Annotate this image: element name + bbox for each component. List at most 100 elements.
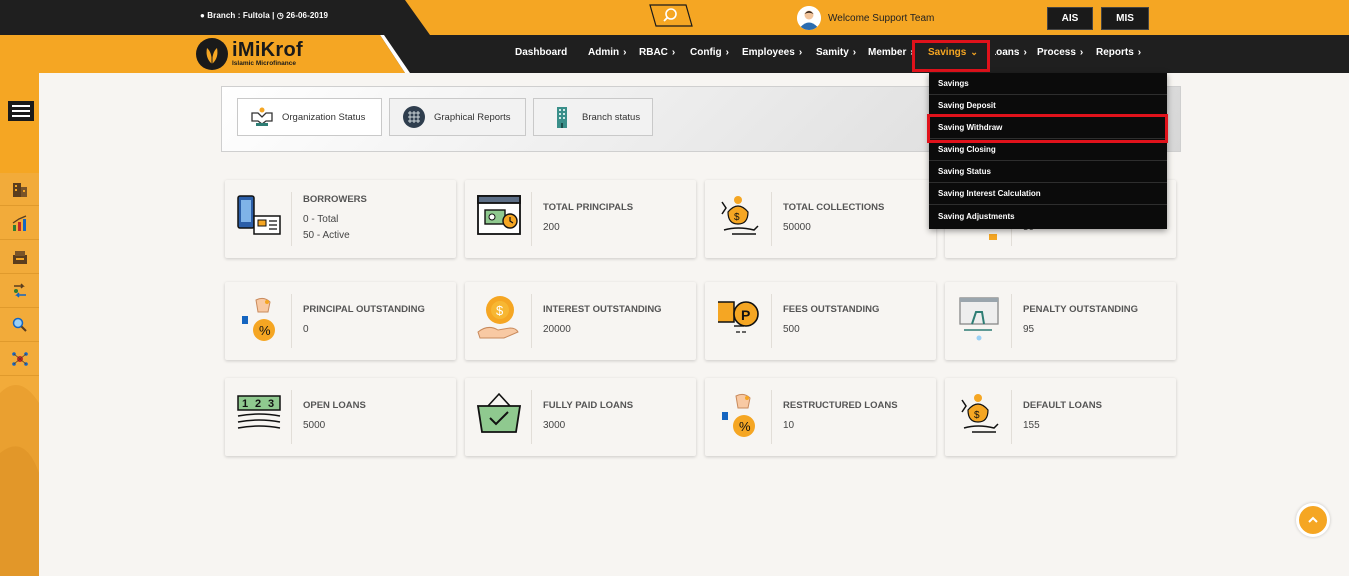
building-icon [550, 105, 574, 129]
card-title: INTEREST OUTSTANDING [543, 304, 662, 315]
card-title: PRINCIPAL OUTSTANDING [303, 304, 425, 315]
tab-label: Graphical Reports [434, 111, 511, 123]
collections-icon: $ [951, 386, 1007, 442]
card-principal-outstanding[interactable]: % PRINCIPAL OUTSTANDING 0 [225, 282, 456, 360]
sidebar-exchange-icon[interactable] [0, 275, 39, 308]
nav-member[interactable]: Member › [868, 47, 914, 58]
nav-samity[interactable]: Samity › [816, 47, 856, 58]
card-title: TOTAL PRINCIPALS [543, 202, 634, 213]
card-total-collections[interactable]: $ TOTAL COLLECTIONS 50000 [705, 180, 936, 258]
nav-dashboard[interactable]: Dashboard [515, 47, 567, 58]
chevron-right-icon: › [671, 47, 676, 58]
search-icon [649, 4, 693, 27]
user-welcome[interactable]: Welcome Support Team [797, 6, 934, 30]
brand-subtitle: Islamic Microfinance [232, 60, 296, 67]
nav-label: Dashboard [515, 47, 568, 58]
user-avatar-icon [797, 6, 821, 30]
collections-icon: $ [711, 188, 767, 244]
hamburger-bar [12, 110, 30, 112]
sidebar-cash-register-icon[interactable] [0, 241, 39, 274]
nav-label: RBAC [639, 47, 668, 58]
card-value: 155 [1023, 420, 1040, 431]
scroll-to-top-button[interactable] [1296, 503, 1330, 537]
card-divider [771, 294, 772, 348]
card-value: 50000 [783, 222, 811, 233]
card-restructured-loans[interactable]: % RESTRUCTURED LOANS 10 [705, 378, 936, 456]
nav-rbac[interactable]: RBAC › [639, 47, 675, 58]
nav-label: Config [690, 47, 722, 58]
card-divider [531, 390, 532, 444]
card-fully-paid-loans[interactable]: FULLY PAID LOANS 3000 [465, 378, 696, 456]
tab-label: Organization Status [282, 111, 366, 123]
card-open-loans[interactable]: 123 OPEN LOANS 5000 [225, 378, 456, 456]
card-value: 0 - Total [303, 214, 339, 225]
tab-branch-status[interactable]: Branch status [533, 98, 653, 136]
leaf-logo-icon [196, 38, 228, 70]
nav-label: Reports [1096, 47, 1134, 58]
svg-text:$: $ [734, 212, 740, 223]
card-default-loans[interactable]: $ DEFAULT LOANS 155 [945, 378, 1176, 456]
percent-bag-icon: % [231, 290, 287, 346]
brand-logo[interactable]: iMiKrof Islamic Microfinance [196, 38, 303, 70]
savings-highlight-box [912, 40, 990, 72]
nav-label: Admin [588, 47, 620, 58]
nav-label: Member [868, 47, 907, 58]
card-borrowers[interactable]: BORROWERS 0 - Total 50 - Active [225, 180, 456, 258]
open-book-icon: 123 [231, 386, 287, 442]
card-divider [1011, 294, 1012, 348]
search-button[interactable] [648, 4, 693, 27]
card-divider [1011, 390, 1012, 444]
card-divider [291, 192, 292, 246]
card-title: RESTRUCTURED LOANS [783, 400, 898, 411]
svg-text:P: P [741, 307, 750, 323]
card-value: 50 - Active [303, 230, 350, 241]
svg-text:3: 3 [268, 398, 274, 410]
card-title: PENALTY OUTSTANDING [1023, 304, 1139, 315]
nav-admin[interactable]: Admin › [588, 47, 626, 58]
card-interest-outstanding[interactable]: $ INTEREST OUTSTANDING 20000 [465, 282, 696, 360]
card-value: 200 [543, 222, 560, 233]
card-penalty-outstanding[interactable]: PENALTY OUTSTANDING 95 [945, 282, 1176, 360]
svg-text:1: 1 [242, 398, 248, 410]
tab-organization-status[interactable]: Organization Status [237, 98, 382, 136]
menu-item-savings[interactable]: Savings [929, 73, 1167, 95]
chevron-right-icon: › [798, 47, 803, 58]
nav-label: Process [1037, 47, 1076, 58]
sidebar-search-icon[interactable] [0, 309, 39, 342]
chevron-up-icon [1308, 516, 1318, 523]
mis-button[interactable]: MIS [1101, 7, 1149, 30]
svg-text:$: $ [496, 303, 504, 318]
nav-config[interactable]: Config › [690, 47, 729, 58]
menu-item-saving-adjustments[interactable]: Saving Adjustments [929, 205, 1167, 227]
sidebar-building-icon[interactable] [0, 173, 39, 206]
menu-item-saving-status[interactable]: Saving Status [929, 161, 1167, 183]
nav-employees[interactable]: Employees › [742, 47, 802, 58]
sidebar-chart-icon[interactable] [0, 207, 39, 240]
card-divider [531, 294, 532, 348]
card-value: 3000 [543, 420, 566, 431]
card-title: FEES OUTSTANDING [783, 304, 880, 315]
ais-button[interactable]: AIS [1047, 7, 1093, 30]
menu-item-saving-interest-calculation[interactable]: Saving Interest Calculation [929, 183, 1167, 205]
chevron-right-icon: › [1023, 47, 1027, 58]
card-divider [291, 294, 292, 348]
handshake-icon [250, 105, 274, 129]
svg-text:$: $ [974, 410, 980, 421]
tab-graphical-reports[interactable]: Graphical Reports [389, 98, 526, 136]
menu-toggle-button[interactable] [8, 101, 34, 121]
card-value: 20000 [543, 324, 571, 335]
nav-loans[interactable]: Loans › [995, 47, 1027, 58]
savings-dropdown-menu: Savings Saving Deposit Saving Withdraw S… [929, 73, 1167, 229]
nav-process[interactable]: Process › [1037, 47, 1083, 58]
card-value: 500 [783, 324, 800, 335]
basket-icon [471, 386, 527, 442]
card-fees-outstanding[interactable]: P FEES OUTSTANDING 500 [705, 282, 936, 360]
card-total-principals[interactable]: TOTAL PRINCIPALS 200 [465, 180, 696, 258]
chevron-right-icon: › [1079, 47, 1084, 58]
sidebar-network-icon[interactable] [0, 343, 39, 376]
hamburger-bar [12, 115, 30, 117]
card-divider [771, 390, 772, 444]
saving-withdraw-highlight-box [927, 114, 1168, 143]
card-title: OPEN LOANS [303, 400, 366, 411]
nav-reports[interactable]: Reports › [1096, 47, 1141, 58]
